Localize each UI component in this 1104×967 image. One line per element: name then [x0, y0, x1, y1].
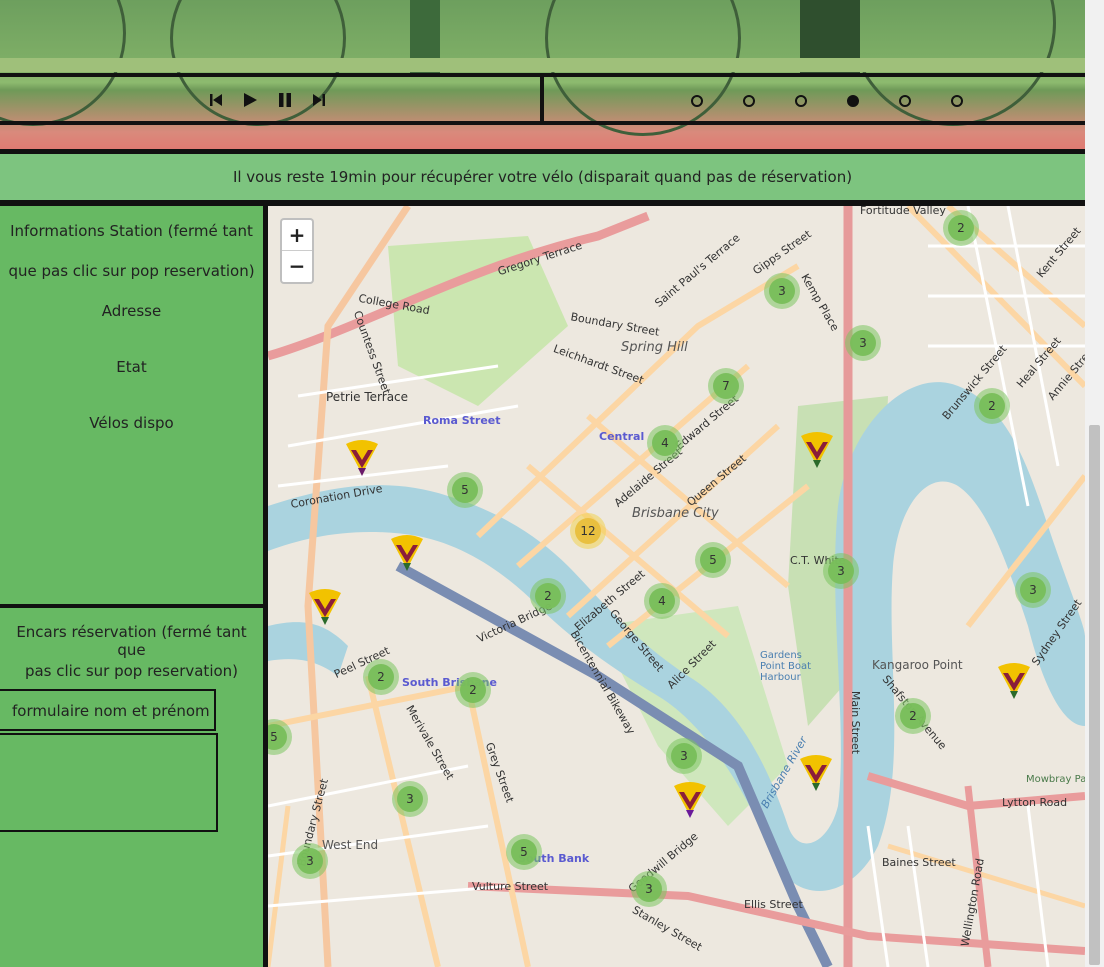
- map-label: Mowbray Park: [1026, 774, 1085, 785]
- station-cluster[interactable]: 3: [631, 871, 667, 907]
- slide-dot-4-active[interactable]: [847, 95, 859, 107]
- station-cluster[interactable]: 3: [764, 273, 800, 309]
- map-label: Central: [599, 430, 645, 443]
- station-marker-icon[interactable]: [305, 587, 345, 627]
- station-marker-icon[interactable]: [797, 430, 837, 470]
- map-label: Main Street: [849, 690, 863, 755]
- station-cluster[interactable]: 2: [895, 698, 931, 734]
- station-cluster[interactable]: 12: [570, 513, 606, 549]
- pause-icon[interactable]: [277, 92, 293, 108]
- slide-dot-1[interactable]: [691, 95, 703, 107]
- map-label: Ellis Street: [744, 898, 803, 911]
- signature-box[interactable]: [0, 733, 218, 832]
- slide-dot-3[interactable]: [795, 95, 807, 107]
- station-cluster[interactable]: 2: [943, 210, 979, 246]
- map-label: Baines Street: [882, 856, 956, 869]
- station-cluster[interactable]: 2: [363, 659, 399, 695]
- map-label: Lytton Road: [1002, 796, 1068, 809]
- reservation-panel-title-line2: pas clic sur pop reservation): [24, 662, 239, 680]
- map-label: Gardens Point Boat Harbour: [760, 650, 812, 683]
- next-icon[interactable]: [311, 92, 327, 108]
- name-form-box[interactable]: formulaire nom et prénom: [0, 689, 216, 731]
- station-cluster[interactable]: 3: [392, 781, 428, 817]
- slider-divider: [540, 77, 544, 121]
- station-cluster[interactable]: 3: [845, 325, 881, 361]
- station-marker-icon[interactable]: [994, 661, 1034, 701]
- slide-dot-6[interactable]: [951, 95, 963, 107]
- reservation-panel-title-line1: Encars réservation (fermé tant que: [16, 623, 247, 659]
- station-cluster[interactable]: 4: [647, 425, 683, 461]
- station-info-panel: Informations Station (fermé tant que pas…: [0, 206, 263, 606]
- station-map[interactable]: Fortitude Valley Gregory Terrace Boundar…: [268, 206, 1085, 967]
- map-zoom-control: + −: [280, 218, 314, 284]
- station-cluster[interactable]: 2: [455, 672, 491, 708]
- station-cluster[interactable]: 2: [530, 578, 566, 614]
- reservation-timer-banner: Il vous reste 19min pour récupérer votre…: [0, 154, 1085, 200]
- station-cluster[interactable]: 5: [447, 472, 483, 508]
- play-icon[interactable]: [242, 92, 258, 108]
- map-label: Petrie Terrace: [326, 390, 409, 404]
- map-label: Roma Street: [423, 414, 501, 427]
- station-cluster[interactable]: 2: [974, 388, 1010, 424]
- station-marker-icon[interactable]: [796, 753, 836, 793]
- ground-image: [0, 58, 1085, 72]
- station-cluster[interactable]: 3: [823, 553, 859, 589]
- map-label: Fortitude Valley: [860, 206, 946, 217]
- station-cluster[interactable]: 3: [666, 738, 702, 774]
- map-label: Vulture Street: [472, 880, 549, 893]
- station-panel-title-line2: que pas clic sur pop reservation): [8, 262, 255, 280]
- station-cluster[interactable]: 5: [506, 834, 542, 870]
- zoom-out-button[interactable]: −: [282, 251, 312, 281]
- station-state-label: Etat: [116, 358, 147, 376]
- station-marker-icon[interactable]: [342, 438, 382, 478]
- station-panel-title-line1: Informations Station (fermé tant: [10, 222, 253, 240]
- station-bikes-label: Vélos dispo: [89, 414, 174, 432]
- slide-dot-2[interactable]: [743, 95, 755, 107]
- zoom-in-button[interactable]: +: [282, 220, 312, 250]
- station-marker-icon[interactable]: [670, 780, 710, 820]
- map-label: Brisbane City: [632, 506, 719, 521]
- station-marker-icon[interactable]: [387, 533, 427, 573]
- previous-icon[interactable]: [208, 92, 224, 108]
- station-cluster[interactable]: 7: [708, 368, 744, 404]
- map-label: Spring Hill: [621, 340, 688, 355]
- station-cluster[interactable]: 3: [292, 843, 328, 879]
- slider-controls-bar: [0, 73, 1085, 125]
- map-label: West End: [322, 838, 379, 852]
- map-label: Kangaroo Point: [872, 658, 963, 672]
- station-cluster[interactable]: 5: [695, 542, 731, 578]
- slide-dot-5[interactable]: [899, 95, 911, 107]
- station-cluster[interactable]: 3: [1015, 572, 1051, 608]
- station-cluster[interactable]: 4: [644, 583, 680, 619]
- scrollbar-thumb[interactable]: [1089, 425, 1100, 965]
- station-address-label: Adresse: [101, 302, 162, 320]
